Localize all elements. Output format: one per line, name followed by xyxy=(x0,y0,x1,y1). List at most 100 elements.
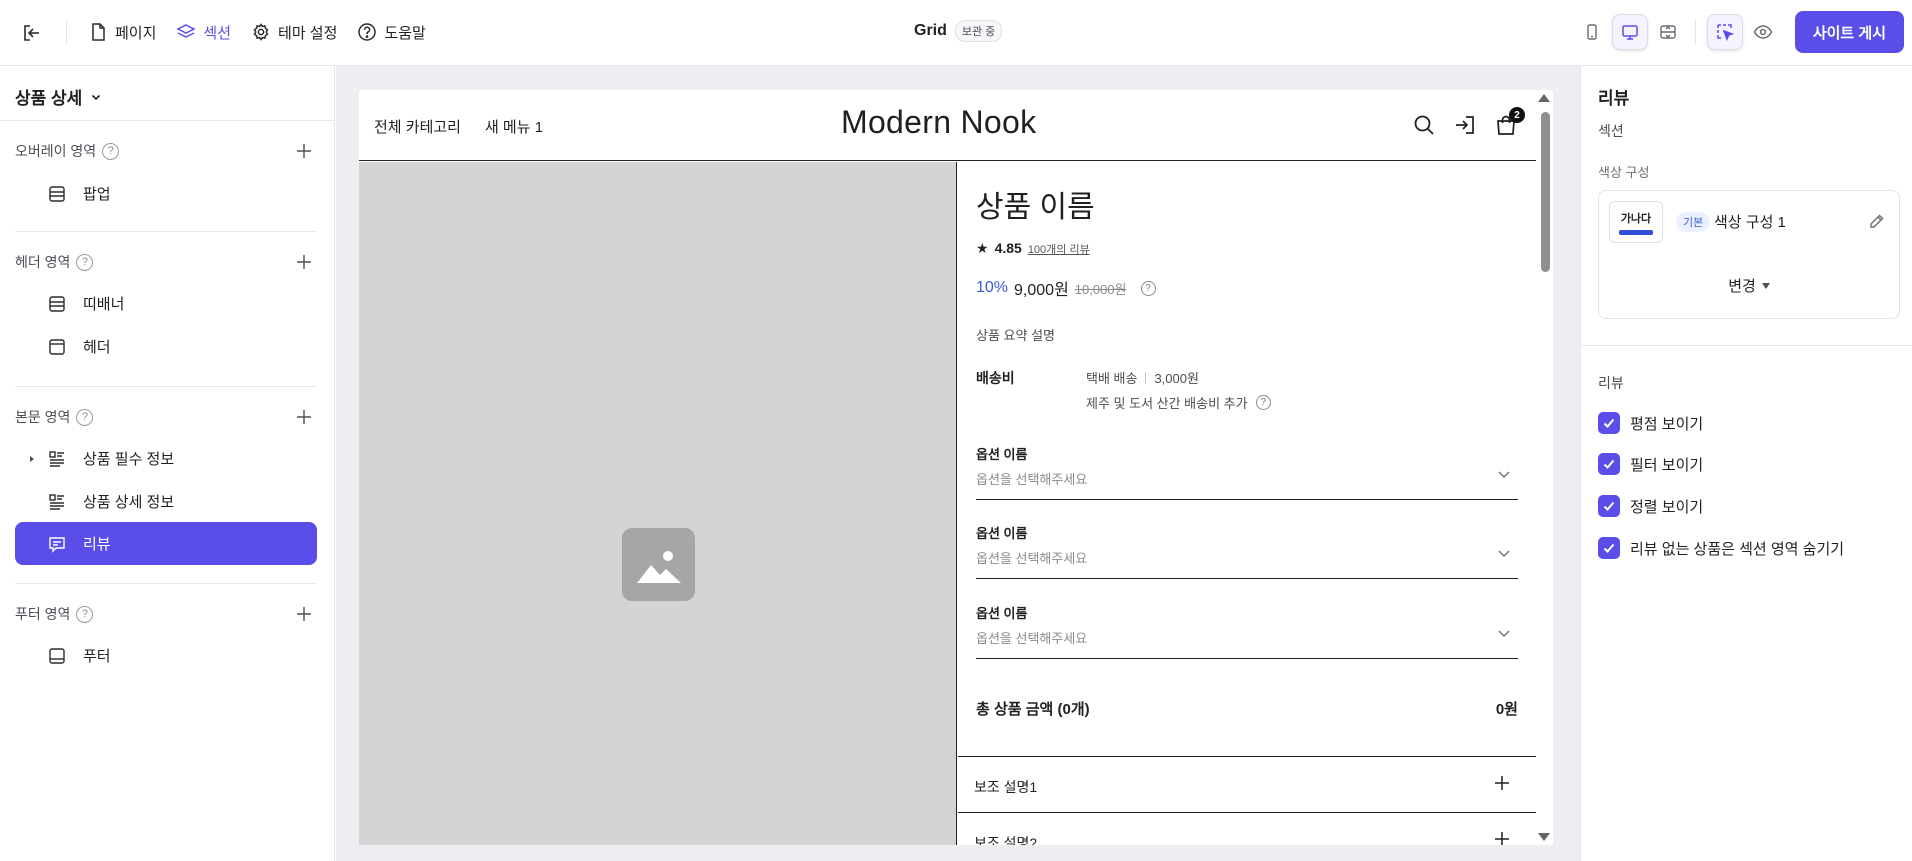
group-body-label: 본문 영역 xyxy=(15,409,71,425)
select-mode-button[interactable] xyxy=(1706,14,1743,50)
review-settings-label: 리뷰 xyxy=(1598,375,1624,391)
group-overlay-title: 오버레이 영역 ? xyxy=(15,141,120,161)
divider xyxy=(1145,371,1147,384)
preview-scrollbar[interactable] xyxy=(1536,90,1553,845)
checkbox-show-sort[interactable]: 정렬 보이기 xyxy=(1598,495,1703,517)
chevron-down-icon xyxy=(1498,471,1510,478)
product-image-area[interactable] xyxy=(359,162,957,845)
checkbox-label: 리뷰 없는 상품은 섹션 영역 숨기기 xyxy=(1630,540,1845,558)
option-select[interactable]: 옵션 이름 옵션을 선택해주세요 xyxy=(976,603,1518,659)
gear-icon xyxy=(253,23,269,41)
page-icon xyxy=(92,23,105,41)
add-header-section-button[interactable] xyxy=(294,252,314,272)
site-nav-all-categories[interactable]: 전체 카테고리 xyxy=(374,116,461,137)
sidebar-item-product-detail[interactable]: 상품 상세 정보 xyxy=(15,480,317,523)
nav-theme-settings[interactable]: 테마 설정 xyxy=(251,22,337,43)
help-icon[interactable]: ? xyxy=(76,253,94,271)
checkbox-show-filter[interactable]: 필터 보이기 xyxy=(1598,453,1703,475)
layers-icon xyxy=(176,24,197,38)
panel-subtitle: 섹션 xyxy=(1598,123,1624,139)
plus-icon xyxy=(1495,776,1509,790)
help-icon[interactable]: ? xyxy=(76,408,94,426)
sidebar-item-footer[interactable]: 푸터 xyxy=(15,634,317,677)
help-icon[interactable]: ? xyxy=(102,142,120,160)
page-selector[interactable]: 상품 상세 xyxy=(15,84,102,109)
sidebar-item-label: 헤더 xyxy=(83,339,111,356)
option-label: 옵션 이름 xyxy=(976,447,1028,462)
preview-button[interactable] xyxy=(1745,14,1781,50)
total-value: 0원 xyxy=(1495,701,1518,718)
nav-help[interactable]: 도움말 xyxy=(357,22,426,43)
shipping-label: 배송비 xyxy=(976,370,1015,386)
sidebar-item-label: 푸터 xyxy=(83,648,111,665)
full-width-button[interactable] xyxy=(1650,14,1686,50)
nav-pages[interactable]: 페이지 xyxy=(88,22,156,43)
color-scheme-label: 색상 구성 xyxy=(1598,165,1650,180)
add-overlay-section-button[interactable] xyxy=(294,141,314,161)
caret-right-icon[interactable] xyxy=(25,455,39,463)
divider xyxy=(66,21,67,45)
cart-icon[interactable]: 2 xyxy=(1493,107,1525,138)
sidebar-item-product-info[interactable]: 상품 필수 정보 xyxy=(15,437,317,480)
main-nav: 페이지 섹션 테마 설정 도움말 xyxy=(88,0,426,64)
site-logo[interactable]: Modern Nook xyxy=(841,104,1036,141)
section-block-icon xyxy=(47,184,67,204)
checkbox-hide-empty-reviews[interactable]: 리뷰 없는 상품은 섹션 영역 숨기기 xyxy=(1598,537,1844,559)
sidebar-item-banner[interactable]: 띠배너 xyxy=(15,282,317,325)
checkbox-label: 필터 보이기 xyxy=(1630,456,1704,474)
checkbox-label: 정렬 보이기 xyxy=(1630,498,1704,516)
help-icon[interactable]: ? xyxy=(76,605,94,623)
mobile-view-button[interactable] xyxy=(1574,14,1610,50)
scroll-up-arrow[interactable] xyxy=(1538,94,1550,102)
search-icon[interactable] xyxy=(1411,112,1437,138)
option-placeholder: 옵션을 선택해주세요 xyxy=(976,551,1088,566)
desktop-view-button[interactable] xyxy=(1611,14,1648,50)
accordion-item[interactable]: 보조 설명2 xyxy=(958,812,1536,845)
product-rating: ★ 4.85 100개의 리뷰 xyxy=(976,240,1090,257)
checkbox-checked-icon[interactable] xyxy=(1598,495,1620,517)
sidebar-item-label: 팝업 xyxy=(83,186,111,203)
sidebar-item-label: 띠배너 xyxy=(83,296,125,313)
option-placeholder: 옵션을 선택해주세요 xyxy=(976,631,1088,646)
site-nav: 전체 카테고리 새 메뉴 1 xyxy=(374,116,543,137)
help-icon[interactable]: ? xyxy=(1140,280,1156,296)
discount-rate: 10% xyxy=(976,279,1009,296)
site-title-text: Grid xyxy=(914,22,947,39)
checkbox-checked-icon[interactable] xyxy=(1598,537,1620,559)
shipping-method: 택배 배송 xyxy=(1086,371,1138,386)
option-label: 옵션 이름 xyxy=(976,526,1028,541)
section-settings-panel: 리뷰 섹션 색상 구성 가나다 기본 색상 구성 1 변경 리뷰 평점 보이기 … xyxy=(1580,66,1912,861)
site-header[interactable]: 전체 카테고리 새 메뉴 1 Modern Nook 2 xyxy=(359,90,1536,161)
star-icon: ★ xyxy=(976,240,989,256)
divider xyxy=(0,120,334,121)
option-select[interactable]: 옵션 이름 옵션을 선택해주세요 xyxy=(976,523,1518,579)
original-price: 10,000원 xyxy=(1074,281,1127,297)
add-body-section-button[interactable] xyxy=(294,407,314,427)
nav-sections[interactable]: 섹션 xyxy=(176,22,231,43)
checkbox-show-rating[interactable]: 평점 보이기 xyxy=(1598,412,1703,434)
reviews-link[interactable]: 100개의 리뷰 xyxy=(1028,241,1090,257)
group-header-title: 헤더 영역 ? xyxy=(15,252,94,272)
divider xyxy=(15,231,317,232)
accordion-item[interactable]: 보조 설명1 xyxy=(958,756,1536,813)
checkbox-checked-icon[interactable] xyxy=(1598,453,1620,475)
publish-button[interactable]: 사이트 게시 xyxy=(1794,11,1904,53)
sidebar-item-review[interactable]: 리뷰 xyxy=(15,522,317,565)
header-block-icon xyxy=(47,337,67,357)
login-icon[interactable] xyxy=(1452,112,1478,138)
site-nav-menu-1[interactable]: 새 메뉴 1 xyxy=(485,116,543,137)
change-color-button[interactable]: 변경 xyxy=(1599,275,1899,296)
site-preview[interactable]: 전체 카테고리 새 메뉴 1 Modern Nook 2 상품 이름 ★ 4.8… xyxy=(359,90,1553,845)
checkbox-checked-icon[interactable] xyxy=(1598,412,1620,434)
sidebar-item-popup[interactable]: 팝업 xyxy=(15,172,317,215)
sidebar-item-header[interactable]: 헤더 xyxy=(15,325,317,368)
option-select[interactable]: 옵션 이름 옵션을 선택해주세요 xyxy=(976,444,1518,500)
group-overlay-label: 오버레이 영역 xyxy=(15,143,97,159)
exit-icon[interactable] xyxy=(18,19,46,47)
add-footer-section-button[interactable] xyxy=(294,604,314,624)
scroll-thumb[interactable] xyxy=(1541,112,1550,272)
scroll-down-arrow[interactable] xyxy=(1538,833,1550,841)
pencil-icon[interactable] xyxy=(1869,213,1885,233)
color-scheme-name: 색상 구성 1 xyxy=(1714,214,1786,231)
help-icon[interactable]: ? xyxy=(1255,395,1271,410)
